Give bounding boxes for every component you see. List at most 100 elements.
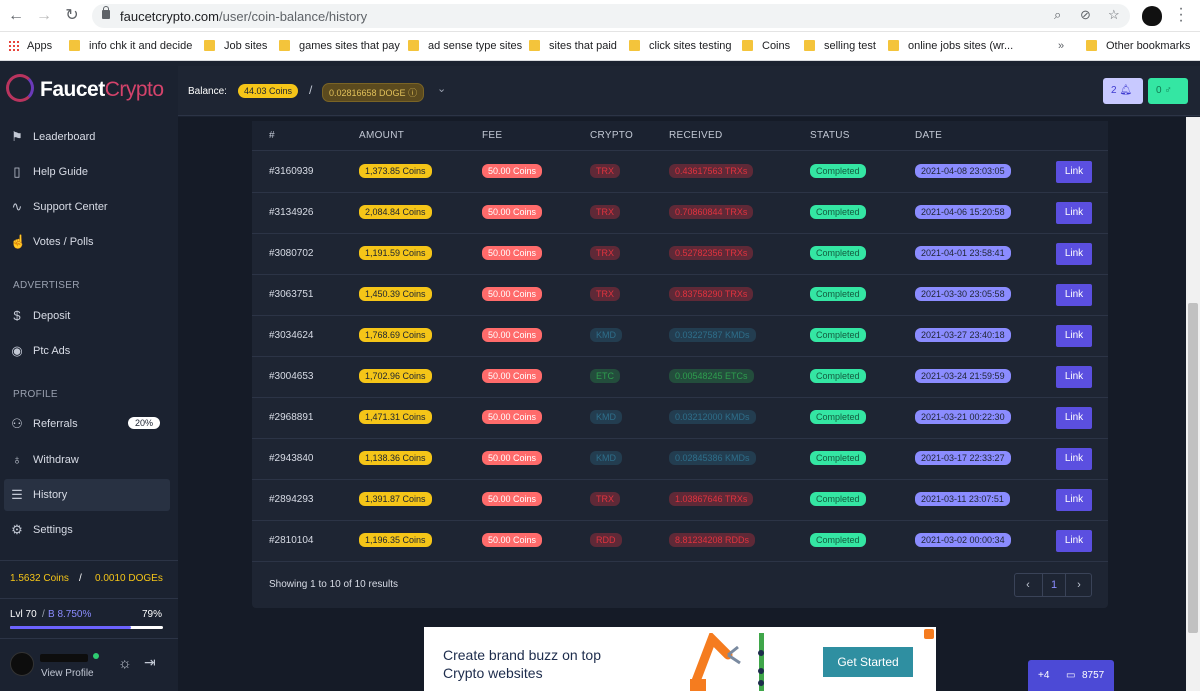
tx-link-button[interactable]: Link — [1056, 284, 1092, 306]
bookmark-folder[interactable]: sites that paid — [529, 40, 617, 52]
received-badge: 0.43617563 TRXs — [669, 164, 754, 178]
adchoices-icon[interactable] — [924, 629, 934, 639]
doge-balance-pill: 0.02816658 DOGE ⓘ — [322, 83, 425, 102]
star-icon[interactable]: ☆ — [1108, 7, 1120, 23]
received-badge: 0.03227587 KMDs — [669, 328, 756, 342]
tx-link-button[interactable]: Link — [1056, 489, 1092, 511]
status-badge: Completed — [810, 328, 866, 342]
address-bar[interactable]: faucetcrypto.com/user/coin-balance/histo… — [92, 4, 1130, 28]
tx-link-button[interactable]: Link — [1056, 161, 1092, 183]
received-badge: 0.83758290 TRXs — [669, 287, 754, 301]
zoom-icon[interactable]: ⌕ — [1054, 7, 1061, 23]
messages-button[interactable]: 0 ♂ — [1148, 78, 1188, 104]
crypto-badge: ETC — [590, 369, 620, 383]
bookmark-folder[interactable]: info chk it and decide — [69, 40, 192, 52]
theme-toggle-icon[interactable]: ☼ — [118, 655, 132, 672]
tx-link-button[interactable]: Link — [1056, 448, 1092, 470]
bookmark-folder[interactable]: click sites testing — [629, 40, 732, 52]
ad-get-started-button[interactable]: Get Started — [823, 647, 913, 677]
url-text[interactable]: faucetcrypto.com/user/coin-balance/histo… — [120, 9, 367, 24]
notifications-button[interactable]: 2 🔔︎ — [1103, 78, 1143, 104]
main-content: # AMOUNT FEE CRYPTO RECEIVED STATUS DATE… — [178, 117, 1186, 691]
fee-badge: 50.00 Coins — [482, 287, 543, 301]
bookmark-folder[interactable]: Coins — [742, 40, 790, 52]
tx-link-button[interactable]: Link — [1056, 530, 1092, 552]
bookmark-other[interactable]: Other bookmarks — [1086, 40, 1190, 52]
row-id: #3063751 — [269, 289, 314, 300]
fee-badge: 50.00 Coins — [482, 492, 543, 506]
next-page-button[interactable]: › — [1067, 579, 1091, 591]
fee-badge: 50.00 Coins — [482, 533, 543, 547]
forward-icon[interactable]: → — [34, 6, 54, 26]
view-profile-link[interactable]: View Profile — [41, 668, 94, 679]
browser-menu-icon[interactable]: · · · — [1176, 1, 1186, 29]
sidebar-item-votes-polls[interactable]: ☝ Votes / Polls — [4, 226, 170, 258]
username-redacted — [40, 654, 88, 662]
column-header-crypto: CRYPTO — [590, 130, 634, 141]
status-badge: Completed — [810, 164, 866, 178]
column-header-fee: FEE — [482, 130, 503, 141]
browser-profile-icon[interactable] — [1142, 6, 1162, 26]
tx-link-button[interactable]: Link — [1056, 407, 1092, 429]
sidebar-item-label: Deposit — [33, 310, 71, 322]
bookmark-folder[interactable]: games sites that pay — [279, 40, 400, 52]
received-badge: 0.00548245 ETCs — [669, 369, 754, 383]
status-badge: Completed — [810, 451, 866, 465]
back-icon[interactable]: ← — [6, 6, 26, 26]
help-circle-icon[interactable]: ⓘ — [408, 88, 417, 98]
sidebar-item-ptc-ads[interactable]: ◉ Ptc Ads — [4, 335, 170, 367]
chat-widget[interactable]: +4 ▭ 8757 — [1028, 660, 1114, 691]
sidebar-item-referrals[interactable]: ⚇ Referrals 20% — [4, 408, 170, 440]
crypto-badge: TRX — [590, 205, 620, 219]
sidebar-item-history[interactable]: ☰ History — [4, 479, 170, 511]
crypto-badge: KMD — [590, 410, 622, 424]
page-scrollbar[interactable] — [1186, 117, 1200, 691]
results-summary: Showing 1 to 10 of 10 results — [269, 579, 398, 590]
chevron-down-icon[interactable]: ⌄ — [437, 82, 446, 95]
tx-link-button[interactable]: Link — [1056, 325, 1092, 347]
table-row: #3160939 1,373.85 Coins 50.00 Coins TRX 0.43… — [252, 152, 1108, 193]
bookmark-label: online jobs sites (wr... — [908, 40, 1014, 52]
bookmark-folder[interactable]: ad sense type sites — [408, 40, 522, 52]
previous-page-button[interactable]: ‹ — [1016, 579, 1040, 591]
crypto-badge: TRX — [590, 492, 620, 506]
sidebar-item-leaderboard[interactable]: ⚑ Leaderboard — [4, 121, 170, 153]
logo[interactable]: FaucetCrypto — [40, 78, 164, 102]
sidebar-item-withdraw[interactable]: ♁ Withdraw — [4, 444, 170, 476]
bookmark-label: ad sense type sites — [428, 40, 523, 52]
sidebar-item-deposit[interactable]: $ Deposit — [4, 300, 170, 332]
sidebar-item-label: Support Center — [33, 201, 108, 213]
advertisement-banner[interactable]: Create brand buzz on top Crypto websites… — [424, 627, 936, 691]
avatar[interactable] — [10, 652, 34, 676]
logo-icon[interactable] — [6, 74, 34, 102]
top-bar: Balance: 44.03 Coins / 0.02816658 DOGE ⓘ… — [178, 66, 1200, 116]
fee-badge: 50.00 Coins — [482, 246, 543, 260]
scrollbar-thumb[interactable] — [1188, 303, 1198, 633]
book-icon: ▯ — [13, 164, 21, 179]
table-header: # AMOUNT FEE CRYPTO RECEIVED STATUS DATE — [252, 121, 1108, 151]
column-header-amount: AMOUNT — [359, 130, 405, 141]
tx-link-button[interactable]: Link — [1056, 243, 1092, 265]
logout-icon[interactable]: ⇥ — [144, 654, 156, 671]
row-id: #3134926 — [269, 207, 314, 218]
crypto-badge: KMD — [590, 328, 622, 342]
tx-link-button[interactable]: Link — [1056, 366, 1092, 388]
sidebar-item-help-guide[interactable]: ▯ Help Guide — [4, 156, 170, 188]
sidebar-item-settings[interactable]: ⚙ Settings — [4, 514, 170, 546]
bookmark-folder[interactable]: selling test — [804, 40, 876, 52]
page-1-button[interactable]: 1 — [1042, 574, 1066, 596]
folder-icon — [742, 40, 753, 51]
tracking-blocked-icon[interactable]: ⊘ — [1080, 7, 1091, 23]
reload-icon[interactable]: ↻ — [62, 6, 82, 26]
coin-summary: 1.5632 Coins / 0.0010 DOGEs — [0, 560, 178, 598]
tx-link-button[interactable]: Link — [1056, 202, 1092, 224]
bookmark-folder[interactable]: Job sites — [204, 40, 267, 52]
bookmark-folder[interactable]: online jobs sites (wr... — [888, 40, 1013, 52]
coins-balance-pill: 44.03 Coins — [238, 84, 299, 98]
crypto-badge: KMD — [590, 451, 622, 465]
advertiser-heading: ADVERTISER — [13, 280, 80, 291]
logo-text-part1: Faucet — [40, 78, 105, 101]
sidebar-item-support-center[interactable]: ∿ Support Center — [4, 191, 170, 223]
bookmark-apps[interactable]: Apps — [8, 40, 52, 52]
more-bookmarks-icon[interactable]: » — [1058, 40, 1064, 52]
